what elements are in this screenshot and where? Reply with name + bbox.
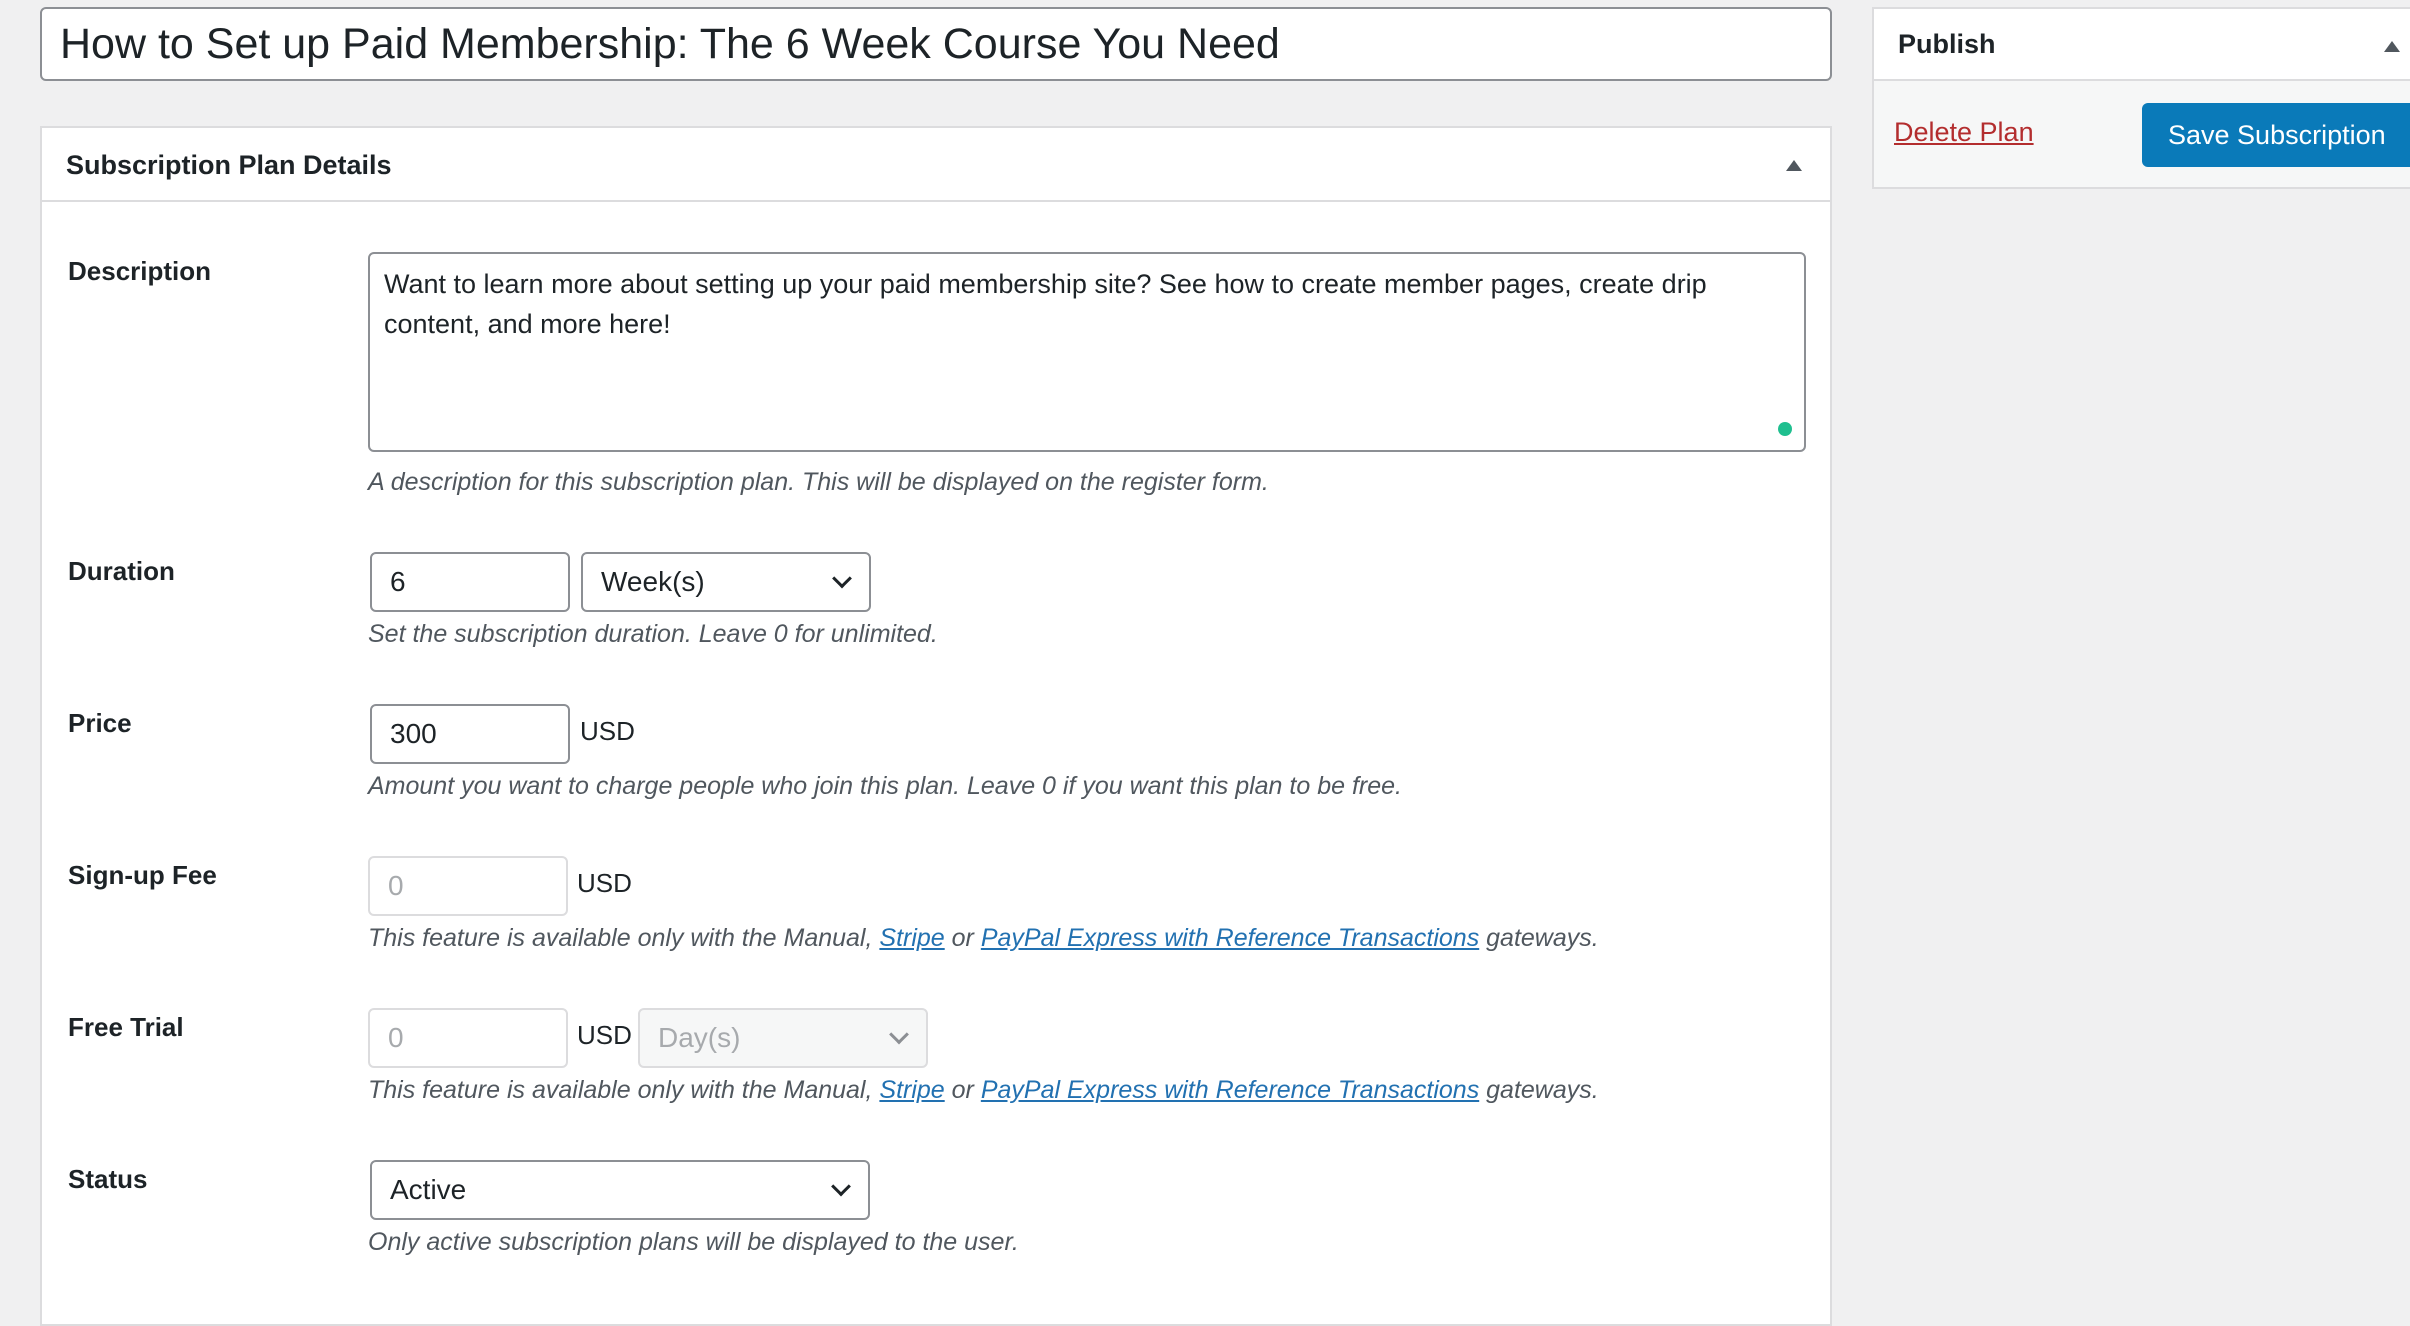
publish-title: Publish: [1898, 29, 1996, 59]
panel-title: Subscription Plan Details: [66, 150, 392, 180]
stripe-link[interactable]: Stripe: [879, 1076, 944, 1104]
duration-unit-select[interactable]: Week(s): [581, 552, 871, 612]
publish-header[interactable]: Publish: [1874, 9, 2410, 81]
chevron-down-icon: [831, 1176, 851, 1197]
signup-fee-help: This feature is available only with the …: [368, 924, 1599, 952]
chevron-down-icon: [832, 568, 852, 589]
plan-title-input[interactable]: How to Set up Paid Membership: The 6 Wee…: [40, 7, 1832, 81]
signup-fee-label: Sign-up Fee: [68, 860, 217, 890]
publish-box: Publish Delete Plan Save Subscription: [1872, 7, 2410, 189]
free-trial-help: This feature is available only with the …: [368, 1076, 1599, 1104]
status-help: Only active subscription plans will be d…: [368, 1228, 1019, 1256]
price-label: Price: [68, 708, 132, 738]
chevron-down-icon: [889, 1024, 909, 1045]
description-text: Want to learn more about setting up your…: [384, 269, 1707, 339]
free-trial-label: Free Trial: [68, 1012, 184, 1042]
description-label: Description: [68, 256, 212, 286]
status-select[interactable]: Active: [370, 1160, 870, 1220]
free-trial-unit-value: Day(s): [658, 1022, 741, 1053]
free-trial-currency: USD: [577, 1020, 632, 1050]
signup-fee-input[interactable]: 0: [368, 856, 568, 916]
status-value: Active: [390, 1174, 467, 1205]
grammar-indicator-icon: [1778, 422, 1792, 436]
duration-input[interactable]: 6: [370, 552, 570, 612]
duration-label: Duration: [68, 556, 175, 586]
stripe-link[interactable]: Stripe: [879, 924, 944, 952]
delete-plan-link[interactable]: Delete Plan: [1894, 117, 2034, 148]
panel-header[interactable]: Subscription Plan Details: [42, 128, 1830, 202]
duration-help: Set the subscription duration. Leave 0 f…: [368, 620, 938, 648]
price-input[interactable]: 300: [370, 704, 570, 764]
save-subscription-button[interactable]: Save Subscription: [2142, 103, 2410, 167]
description-help: A description for this subscription plan…: [368, 468, 1269, 496]
price-help: Amount you want to charge people who joi…: [368, 772, 1402, 800]
collapse-arrow-icon[interactable]: [2384, 41, 2400, 52]
paypal-express-link[interactable]: PayPal Express with Reference Transactio…: [981, 1076, 1479, 1104]
price-currency: USD: [580, 716, 635, 746]
paypal-express-link[interactable]: PayPal Express with Reference Transactio…: [981, 924, 1479, 952]
description-textarea[interactable]: Want to learn more about setting up your…: [368, 252, 1806, 452]
status-label: Status: [68, 1164, 148, 1194]
subscription-plan-details-panel: Subscription Plan Details Description Wa…: [40, 126, 1832, 1326]
signup-fee-currency: USD: [577, 868, 632, 898]
free-trial-input[interactable]: 0: [368, 1008, 568, 1068]
duration-unit-value: Week(s): [601, 566, 705, 597]
collapse-arrow-icon[interactable]: [1786, 160, 1802, 171]
free-trial-unit-select[interactable]: Day(s): [638, 1008, 928, 1068]
